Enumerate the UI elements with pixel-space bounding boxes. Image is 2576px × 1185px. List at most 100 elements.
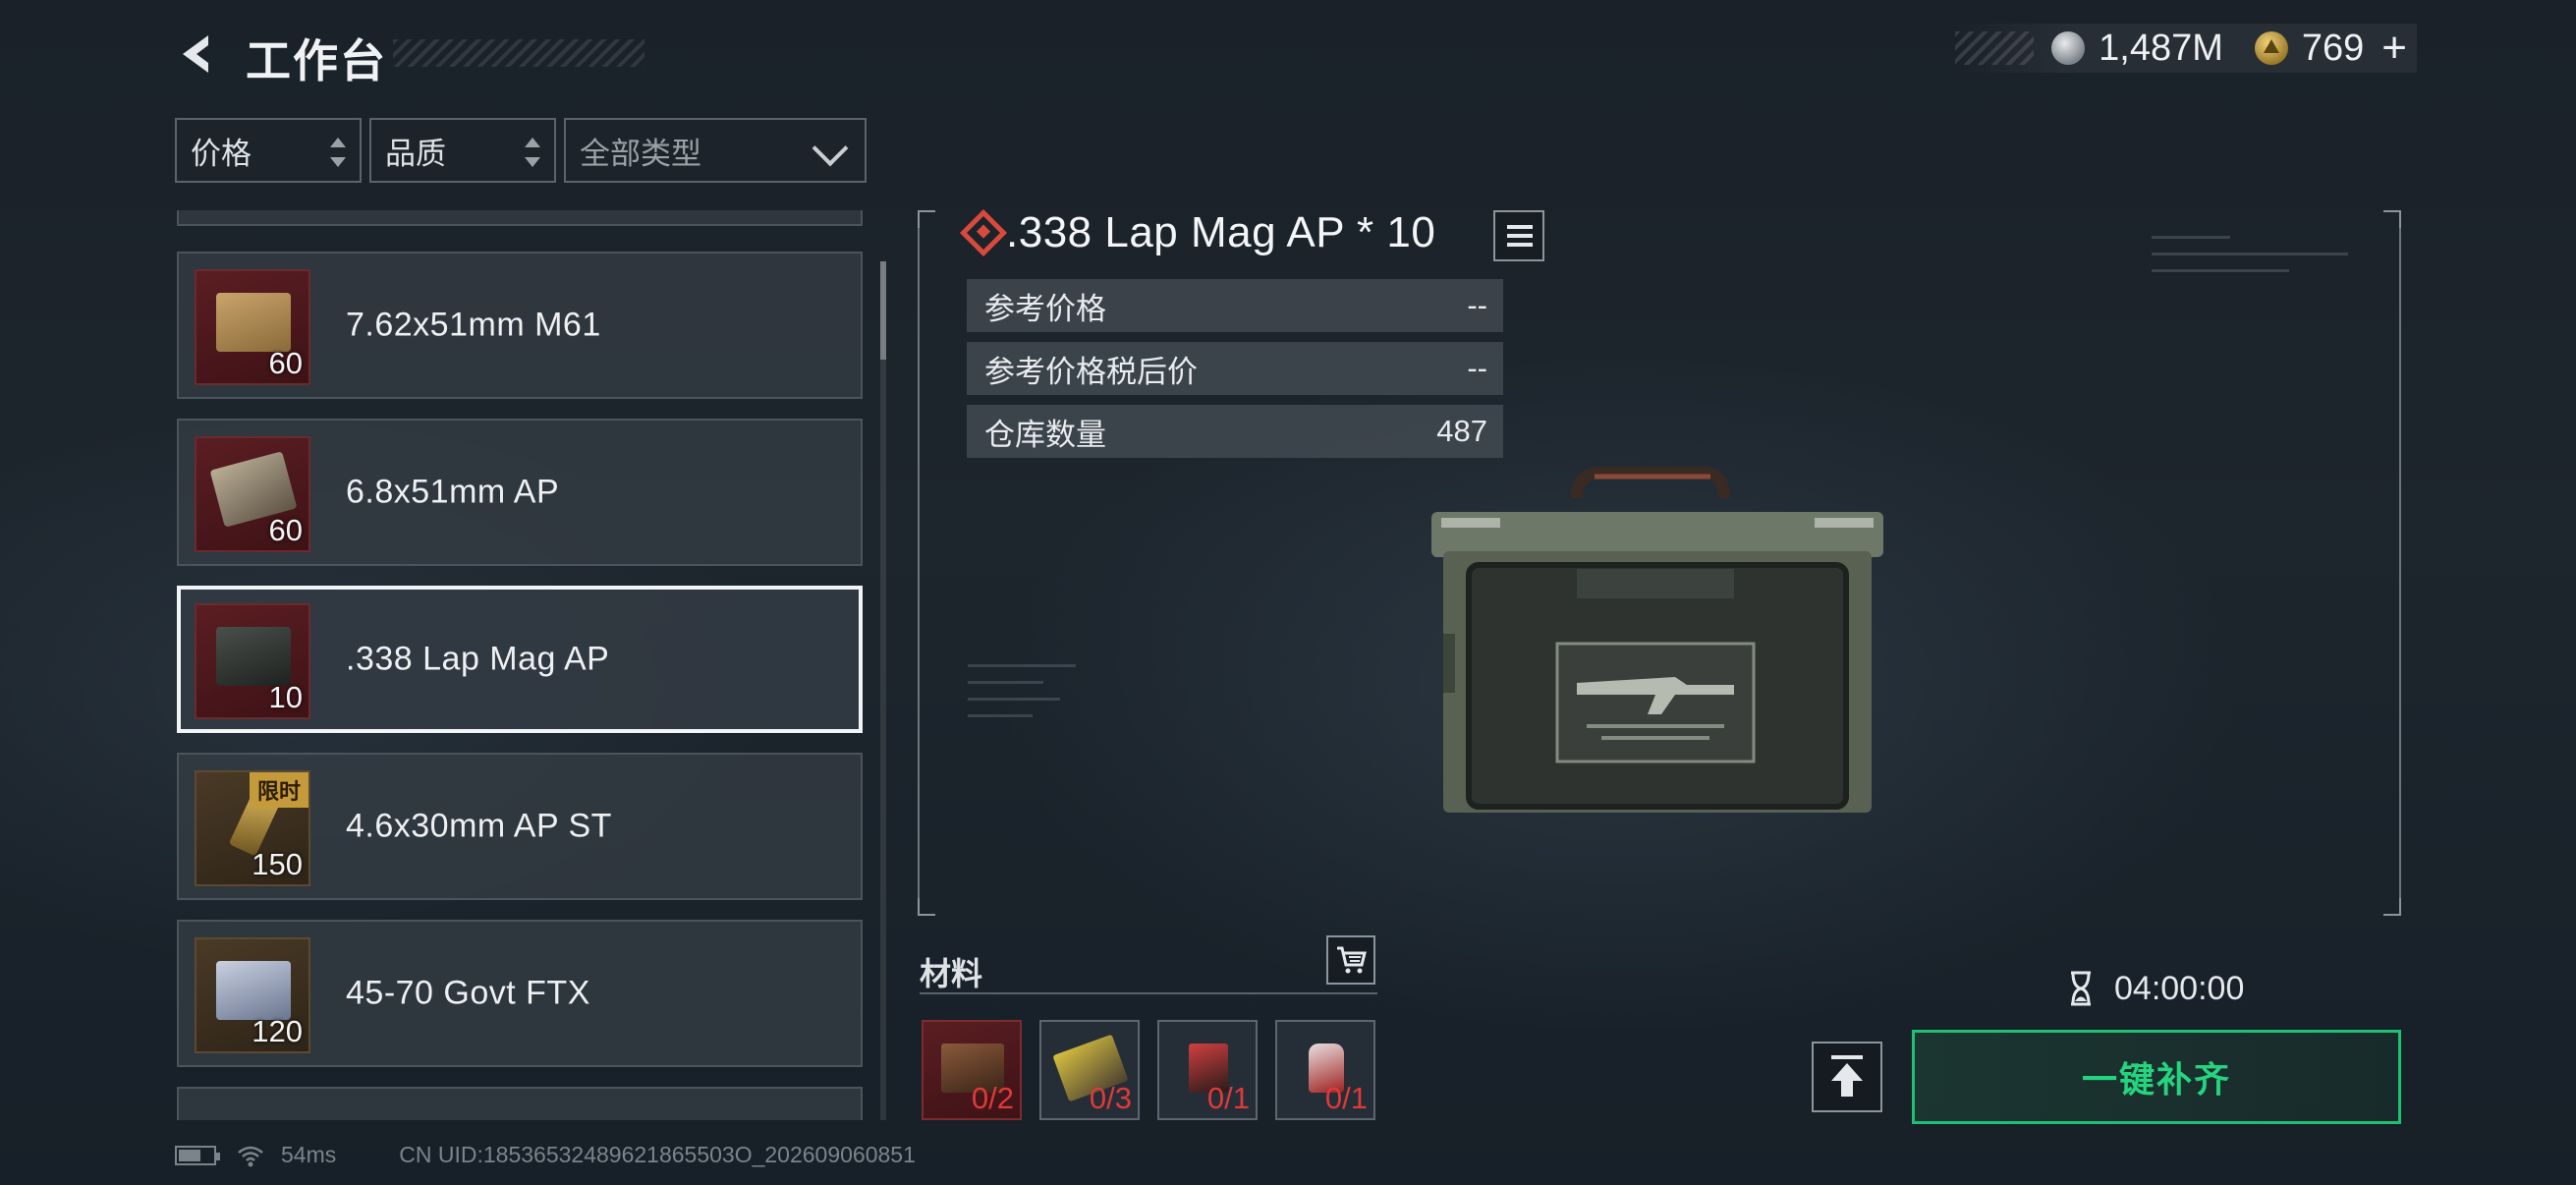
item-thumbnail: 120 [195, 937, 310, 1053]
item-name: 7.62x51mm M61 [346, 306, 601, 344]
stat-label: 参考价格税后价 [984, 354, 1198, 389]
gold-coin-icon [2254, 31, 2288, 65]
stat-value: 487 [1436, 414, 1487, 448]
quality-sort-label: 品质 [385, 136, 446, 171]
detail-frame-right [2399, 210, 2401, 916]
material-count: 0/1 [1324, 1081, 1368, 1115]
detail-frame-left [918, 210, 920, 916]
price-sort-label: 价格 [191, 136, 252, 171]
list-item[interactable] [177, 1087, 863, 1120]
item-quantity: 150 [252, 847, 303, 881]
craft-timer: 04:00:00 [2061, 969, 2244, 1008]
add-currency-button[interactable]: + [2381, 24, 2407, 73]
list-item[interactable]: 60 6.8x51mm AP [177, 419, 863, 566]
ping-value: 54ms [281, 1142, 337, 1167]
frame-corner [2383, 210, 2401, 228]
ammo-box-icon [216, 961, 291, 1020]
fill-all-button[interactable]: 一键补齐 [1912, 1030, 2401, 1124]
quality-sort-select[interactable]: 品质 [369, 118, 556, 183]
material-slot[interactable]: 0/1 [1275, 1020, 1375, 1120]
list-scrollbar[interactable] [880, 261, 886, 1120]
limited-time-badge: 限时 [249, 772, 308, 808]
list-item-selected[interactable]: 10 .338 Lap Mag AP [177, 586, 863, 733]
status-footer: 54ms CN UID:18536532489621865503O_202609… [175, 1142, 916, 1168]
back-button[interactable] [173, 29, 222, 79]
stat-row: 参考价格 -- [967, 279, 1503, 332]
item-image [1429, 467, 1886, 820]
item-name: 4.6x30mm AP ST [346, 807, 612, 845]
list-icon [1507, 234, 1533, 238]
ammo-can-icon [216, 627, 291, 686]
item-quantity: 60 [268, 513, 303, 547]
scrollbar-thumb[interactable] [880, 261, 886, 360]
back-arrow-icon [183, 35, 208, 73]
wifi-icon [238, 1146, 263, 1166]
item-title-row: .338 Lap Mag AP * 10 [959, 208, 1436, 257]
list-item[interactable]: 限时 150 4.6x30mm AP ST [177, 753, 863, 900]
stat-label: 参考价格 [984, 291, 1106, 326]
item-thumbnail: 限时 150 [195, 770, 310, 886]
type-filter-dropdown[interactable]: 全部类型 [564, 118, 867, 183]
stat-value: -- [1467, 351, 1487, 385]
battery-icon [175, 1145, 220, 1165]
material-slot[interactable]: 0/1 [1157, 1020, 1258, 1120]
timer-value: 04:00:00 [2114, 969, 2245, 1007]
page-title: 工作台 [246, 35, 387, 86]
ammo-box-icon [216, 293, 291, 352]
list-item[interactable] [177, 210, 863, 226]
item-name: 45-70 Govt FTX [346, 974, 590, 1012]
item-list[interactable]: 60 7.62x51mm M61 60 6.8x51mm AP 10 .338 … [175, 210, 865, 1120]
list-item[interactable]: 60 7.62x51mm M61 [177, 252, 863, 399]
sort-arrows-icon [330, 138, 346, 167]
currency-decoration [1955, 31, 2034, 65]
hud-decoration [2152, 236, 2348, 286]
materials-label: 材料 [920, 956, 983, 991]
stat-label: 仓库数量 [984, 417, 1106, 452]
upload-button[interactable] [1812, 1042, 1882, 1112]
ammo-can-icon [1431, 467, 1883, 813]
rarity-diamond-icon [959, 208, 1008, 257]
material-count: 0/1 [1206, 1081, 1250, 1115]
materials-divider [920, 992, 1377, 994]
item-title: .338 Lap Mag AP * 10 [1006, 208, 1436, 256]
price-sort-select[interactable]: 价格 [175, 118, 362, 183]
frame-corner [918, 898, 935, 916]
stat-row: 仓库数量 487 [967, 405, 1503, 458]
stat-row: 参考价格税后价 -- [967, 342, 1503, 395]
item-thumbnail: 10 [195, 603, 310, 719]
material-slot[interactable]: 0/3 [1039, 1020, 1140, 1120]
buy-materials-button[interactable] [1326, 935, 1375, 985]
gold-currency-value: 769 [2301, 27, 2365, 69]
frame-corner [918, 210, 935, 228]
item-quantity: 60 [268, 346, 303, 380]
list-item[interactable]: 120 45-70 Govt FTX [177, 920, 863, 1067]
item-quantity: 10 [268, 680, 303, 714]
material-slot[interactable]: 0/2 [922, 1020, 1022, 1120]
top-bar: 工作台 1,487M 769 + [0, 0, 2576, 108]
material-count: 0/2 [971, 1081, 1014, 1115]
hourglass-icon [2071, 971, 2091, 1006]
cart-icon [1337, 946, 1367, 974]
item-quantity: 120 [252, 1014, 303, 1048]
type-filter-label: 全部类型 [580, 136, 701, 171]
filter-bar: 价格 品质 全部类型 [175, 118, 867, 183]
hud-decoration [968, 664, 1076, 731]
item-thumbnail: 60 [195, 436, 310, 552]
chevron-down-icon [812, 130, 849, 167]
details-list-button[interactable] [1493, 210, 1544, 261]
sort-arrows-icon [525, 138, 540, 167]
item-name: 6.8x51mm AP [346, 473, 560, 511]
title-decoration [393, 39, 644, 67]
silver-currency-value: 1,487M [2099, 27, 2223, 69]
stat-value: -- [1467, 288, 1487, 322]
material-count: 0/3 [1089, 1081, 1132, 1115]
item-thumbnail: 60 [195, 269, 310, 385]
list-icon [1507, 243, 1533, 247]
currency-bar: 1,487M 769 + [1955, 24, 2417, 73]
silver-coin-icon [2051, 31, 2086, 65]
user-uid: CN UID:18536532489621865503O_20260906085… [399, 1142, 916, 1167]
item-name: .338 Lap Mag AP [346, 640, 610, 678]
frame-corner [2383, 898, 2401, 916]
upload-arrow-icon [1831, 1055, 1863, 1097]
list-icon [1507, 225, 1533, 229]
